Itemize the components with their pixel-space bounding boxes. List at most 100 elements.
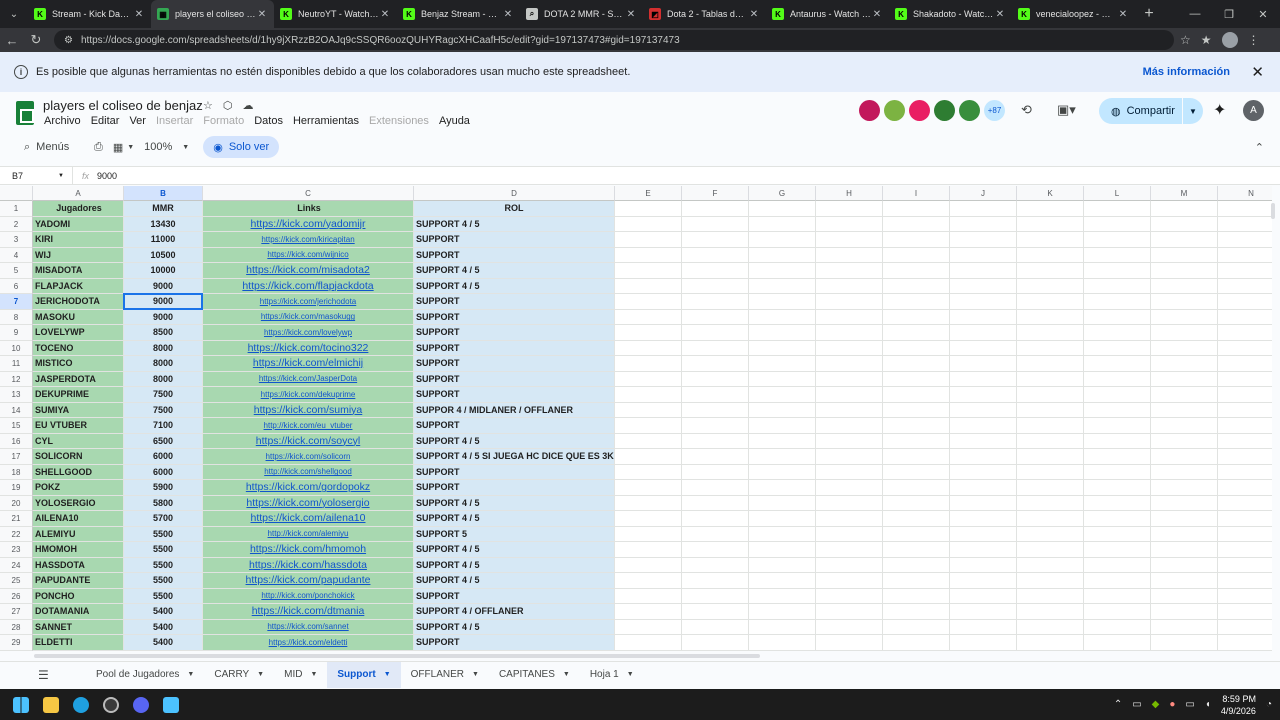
grid-cell[interactable] [816, 495, 883, 511]
close-tab-icon[interactable]: ✕ [994, 9, 1006, 20]
grid-cell[interactable] [1218, 340, 1272, 356]
notification-bell-icon[interactable]: ◔ [1266, 699, 1272, 710]
grid-cell[interactable] [682, 387, 749, 403]
grid-cell[interactable] [1151, 309, 1218, 325]
grid-cell[interactable] [1218, 325, 1272, 341]
grid-cell[interactable] [950, 387, 1017, 403]
grid-cell[interactable] [615, 201, 682, 217]
chevron-down-icon[interactable]: ▼ [627, 671, 634, 678]
chevron-down-icon[interactable]: ▼ [310, 671, 317, 678]
grid-cell[interactable] [1084, 588, 1151, 604]
kick-link[interactable]: https://kick.com/hassdota [249, 559, 367, 571]
grid-cell[interactable] [1084, 278, 1151, 294]
grid-cell[interactable] [1218, 573, 1272, 589]
kick-link[interactable]: https://kick.com/eldetti [269, 638, 348, 647]
grid-cell[interactable] [682, 433, 749, 449]
role-cell[interactable]: SUPPORT 4 / 5 [414, 573, 615, 589]
menu-item[interactable]: Editar [91, 115, 120, 127]
link-cell[interactable]: https://kick.com/misadota2 [203, 263, 414, 279]
grid-cell[interactable] [816, 340, 883, 356]
grid-cell[interactable] [682, 526, 749, 542]
grid-cell[interactable] [615, 340, 682, 356]
mmr-cell[interactable]: 6500 [124, 433, 203, 449]
grid-cell[interactable] [883, 294, 950, 310]
grid-cell[interactable] [615, 247, 682, 263]
grid-cell[interactable] [1151, 387, 1218, 403]
role-cell[interactable]: SUPPORT 4 / 5 [414, 433, 615, 449]
mmr-cell[interactable]: 10500 [124, 247, 203, 263]
grid-cell[interactable] [1151, 294, 1218, 310]
column-header[interactable]: H [816, 186, 883, 201]
sheets-logo-icon[interactable] [16, 101, 34, 125]
meet-video-icon[interactable]: ▣▾ [1057, 102, 1076, 118]
row-header[interactable]: 10 [0, 340, 33, 356]
close-tab-icon[interactable]: ✕ [256, 9, 268, 20]
grid-cell[interactable] [1218, 511, 1272, 527]
kick-link[interactable]: http://kick.com/alemiyu [268, 529, 349, 538]
grid-cell[interactable] [816, 619, 883, 635]
link-cell[interactable]: https://kick.com/papudante [203, 573, 414, 589]
close-tab-icon[interactable]: ✕ [625, 9, 637, 20]
kick-link[interactable]: https://kick.com/papudante [246, 574, 371, 586]
kick-link[interactable]: http://kick.com/ponchokick [261, 591, 354, 600]
cloud-status-icon[interactable]: ☁ [242, 99, 253, 112]
link-cell[interactable]: https://kick.com/solicorn [203, 449, 414, 465]
grid-cell[interactable] [749, 418, 816, 434]
kick-link[interactable]: http://kick.com/eu_vtuber [264, 421, 353, 430]
grid-cell[interactable] [1017, 619, 1084, 635]
grid-cell[interactable] [950, 557, 1017, 573]
grid-cell[interactable] [883, 480, 950, 496]
grid-cell[interactable] [1017, 294, 1084, 310]
grid-cell[interactable] [682, 542, 749, 558]
kick-link[interactable]: https://kick.com/ailena10 [251, 512, 366, 524]
player-name-cell[interactable]: SHELLGOOD [33, 464, 124, 480]
browser-tab[interactable]: K Shakadoto - Watch clips on Kick✕ [889, 0, 1012, 28]
sheet-tab[interactable]: Hoja 1 ▼ [580, 662, 644, 688]
browser-tab[interactable]: K Stream - Kick Dashboard✕ [28, 0, 151, 28]
mmr-cell[interactable]: 8500 [124, 325, 203, 341]
chevron-down-icon[interactable]: ▼ [187, 671, 194, 678]
link-cell[interactable]: https://kick.com/dtmania [203, 604, 414, 620]
grid-cell[interactable] [816, 526, 883, 542]
mmr-cell[interactable]: 5400 [124, 619, 203, 635]
role-cell[interactable]: SUPPORT [414, 480, 615, 496]
grid-cell[interactable] [1084, 263, 1151, 279]
grid-cell[interactable] [1017, 526, 1084, 542]
zoom-select[interactable]: 100% ▼ [144, 141, 189, 153]
column-header[interactable]: J [950, 186, 1017, 201]
kick-link[interactable]: https://kick.com/sumiya [254, 404, 363, 416]
grid-cell[interactable] [1017, 325, 1084, 341]
grid-cell[interactable] [816, 402, 883, 418]
row-header[interactable]: 29 [0, 635, 33, 651]
grid-cell[interactable] [883, 650, 950, 651]
mmr-cell[interactable]: 10000 [124, 263, 203, 279]
role-cell[interactable]: SUPPOR 4 / MIDLANER / OFFLANER [414, 402, 615, 418]
grid-cell[interactable] [950, 511, 1017, 527]
role-cell[interactable]: SUPPORT 5 [414, 526, 615, 542]
grid-cell[interactable] [1017, 418, 1084, 434]
link-cell[interactable]: https://kick.com/lovelywp [203, 325, 414, 341]
grid-cell[interactable] [1084, 309, 1151, 325]
grid-cell[interactable] [749, 371, 816, 387]
grid-cell[interactable] [615, 402, 682, 418]
mmr-cell[interactable]: 6000 [124, 464, 203, 480]
kick-link[interactable]: https://kick.com/JasperDota [259, 374, 357, 383]
edge-taskbar-button[interactable] [66, 689, 96, 720]
row-header[interactable]: 1 [0, 201, 33, 217]
grid-cell[interactable] [1151, 573, 1218, 589]
bookmark-star-icon[interactable]: ☆ [1180, 33, 1191, 47]
grid-cell[interactable] [749, 232, 816, 248]
grid-cell[interactable] [682, 449, 749, 465]
formula-input[interactable]: 9000 [97, 171, 117, 181]
grid-cell[interactable] [1218, 433, 1272, 449]
link-cell[interactable]: https://kick.com/hmomoh [203, 542, 414, 558]
kick-link[interactable]: https://kick.com/dtmania [252, 605, 365, 617]
player-name-cell[interactable]: PONCHO [33, 588, 124, 604]
player-name-cell[interactable]: FLAPJACK [33, 278, 124, 294]
grid-cell[interactable] [749, 402, 816, 418]
mmr-cell[interactable]: 5800 [124, 495, 203, 511]
grid-cell[interactable] [615, 278, 682, 294]
grid-cell[interactable] [1218, 449, 1272, 465]
grid-cell[interactable] [1151, 604, 1218, 620]
player-name-cell[interactable]: CYL [33, 433, 124, 449]
